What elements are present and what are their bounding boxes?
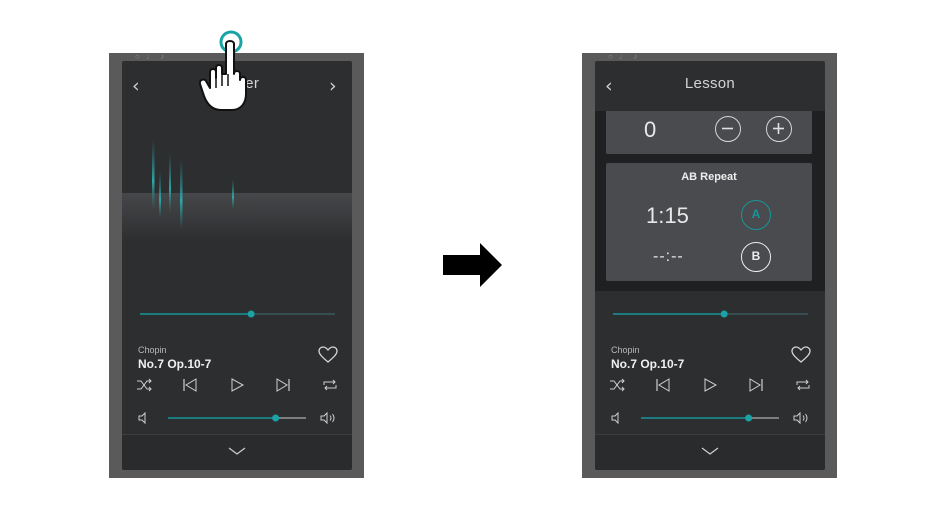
- waveform-visualizer: [122, 139, 352, 241]
- tempo-value: 0: [644, 117, 657, 142]
- skip-next-icon[interactable]: [275, 377, 291, 393]
- ab-repeat-card: AB Repeat 1:15 A --:-- B: [606, 163, 812, 281]
- tempo-card: 0: [606, 111, 812, 154]
- skip-previous-icon[interactable]: [182, 377, 198, 393]
- track-artist: Chopin: [138, 345, 167, 355]
- seek-bar[interactable]: [613, 308, 808, 320]
- chevron-down-icon[interactable]: [700, 444, 720, 458]
- right-arrow-icon: [443, 243, 502, 287]
- bottom-bar: [122, 434, 352, 470]
- track-title: No.7 Op.10-7: [138, 357, 212, 371]
- point-a-time: 1:15: [646, 203, 689, 228]
- play-icon[interactable]: [229, 377, 245, 393]
- bottom-bar: [595, 434, 825, 470]
- volume-high-icon: [793, 411, 808, 425]
- volume-low-icon: [138, 411, 146, 425]
- repeat-icon[interactable]: [795, 377, 811, 393]
- repeat-icon[interactable]: [322, 377, 338, 393]
- player-screenshot: ○ ♩ ♪ ‹ Player ›: [109, 53, 364, 478]
- plus-icon: [773, 123, 784, 134]
- track-title: No.7 Op.10-7: [611, 357, 685, 371]
- volume-high-icon: [320, 411, 335, 425]
- track-artist: Chopin: [611, 345, 640, 355]
- lesson-screen: ‹ Lesson 0 AB Repeat 1:15 A --:-- B Chop…: [595, 61, 825, 470]
- volume-thumb: [272, 414, 280, 422]
- volume-low-icon: [611, 411, 619, 425]
- ab-repeat-title: AB Repeat: [681, 171, 737, 183]
- tap-hand-icon: [198, 30, 247, 111]
- volume-control[interactable]: [138, 411, 338, 425]
- lesson-panel: 0 AB Repeat 1:15 A --:-- B: [595, 111, 825, 291]
- increase-button[interactable]: [766, 116, 792, 142]
- player-screen: ‹ Player ›: [122, 61, 352, 470]
- playback-controls: [609, 377, 811, 393]
- status-bar-icons: ○ ♩ ♪: [135, 52, 167, 61]
- favorite-heart-icon[interactable]: [318, 346, 338, 364]
- page-title: Lesson: [684, 75, 736, 92]
- top-bar: ‹ Lesson: [595, 61, 825, 111]
- seek-thumb: [247, 310, 255, 318]
- minus-icon: [722, 127, 733, 130]
- playback-controls: [136, 377, 338, 393]
- play-icon[interactable]: [702, 377, 718, 393]
- volume-thumb: [745, 414, 753, 422]
- favorite-heart-icon[interactable]: [791, 346, 811, 364]
- seek-thumb: [720, 310, 728, 318]
- shuffle-icon[interactable]: [136, 377, 152, 393]
- set-a-button[interactable]: A: [741, 200, 771, 230]
- seek-bar[interactable]: [140, 308, 335, 320]
- set-b-button[interactable]: B: [741, 242, 771, 272]
- status-bar-icons: ○ ♩ ♪: [608, 52, 640, 61]
- skip-previous-icon[interactable]: [655, 377, 671, 393]
- volume-control[interactable]: [611, 411, 811, 425]
- decrease-button[interactable]: [715, 116, 741, 142]
- forward-icon[interactable]: ›: [329, 71, 337, 101]
- point-b-time: --:--: [653, 248, 684, 265]
- skip-next-icon[interactable]: [748, 377, 764, 393]
- shuffle-icon[interactable]: [609, 377, 625, 393]
- lesson-screenshot: ○ ♩ ♪ ‹ Lesson 0 AB Repeat 1:15 A --:-- …: [582, 53, 837, 478]
- chevron-down-icon[interactable]: [227, 444, 247, 458]
